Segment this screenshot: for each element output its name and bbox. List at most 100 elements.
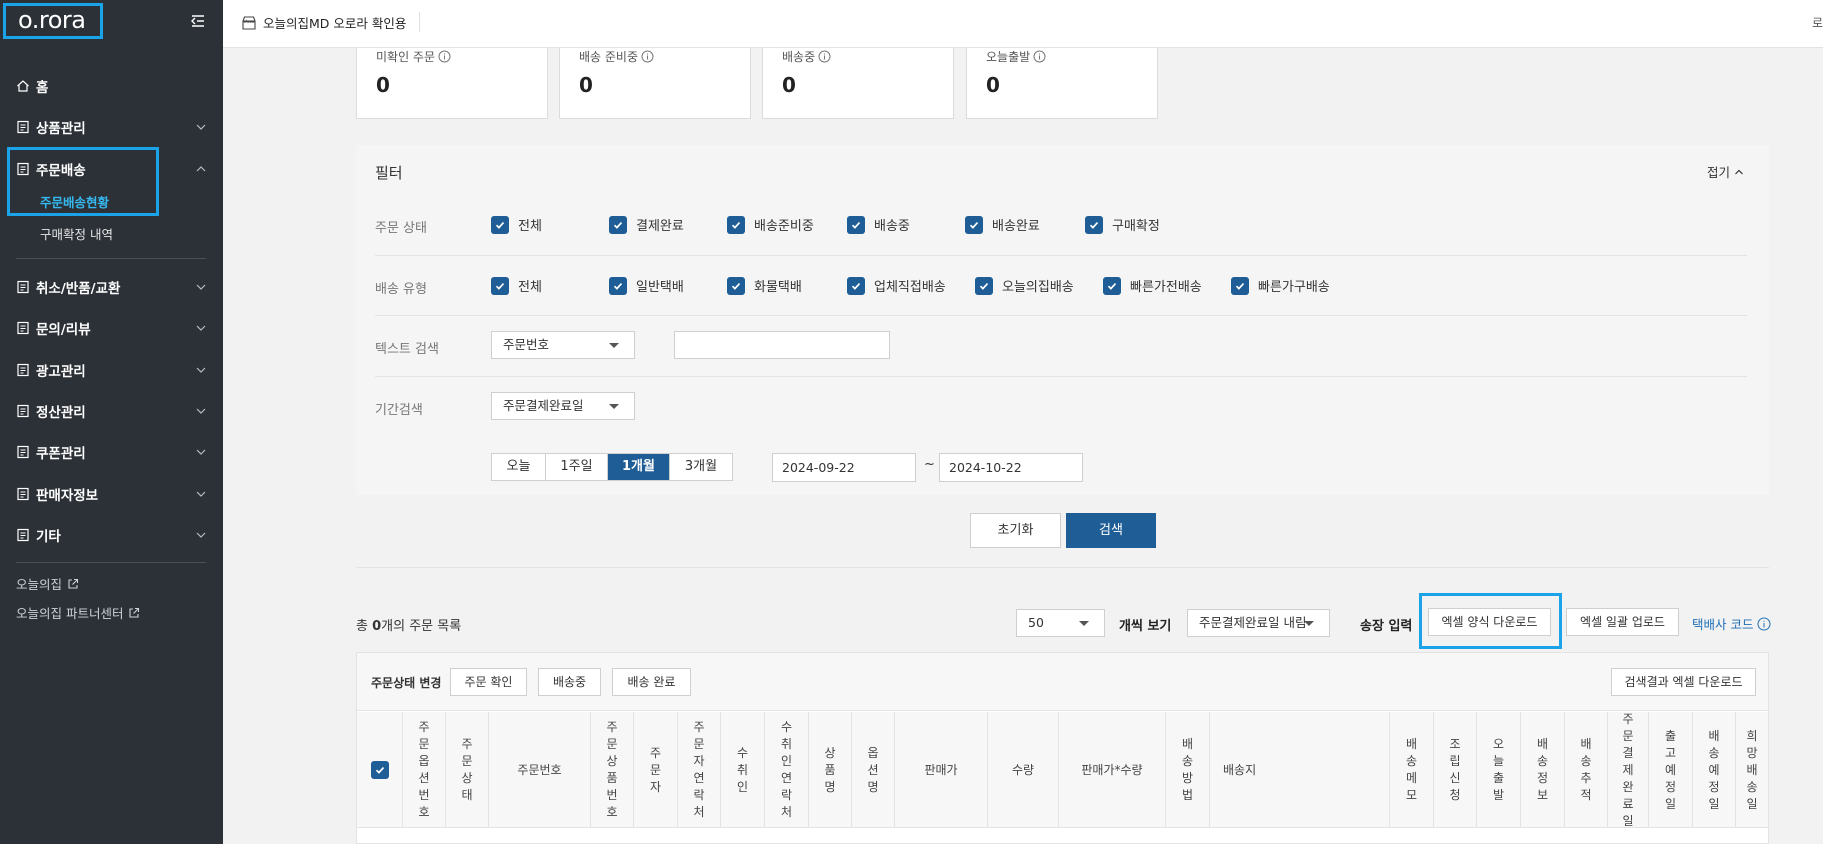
date-from-input[interactable]: 2024-09-22	[772, 453, 916, 482]
page-size-select[interactable]: 50	[1016, 609, 1105, 637]
column-header[interactable]: 오늘출발	[1477, 712, 1521, 828]
column-header[interactable]: 주문번호	[489, 712, 591, 828]
filter-panel: 필터 접기 주문 상태 전체 결제완료 배송준비중 배송중 배송완료 구매확정 …	[356, 145, 1769, 495]
sidebar-item-inquiry-review[interactable]: 문의/리뷰	[16, 316, 208, 340]
checkbox-checked-icon	[1231, 276, 1249, 295]
column-header[interactable]: 주문옵션번호	[403, 712, 446, 828]
mark-delivered-button[interactable]: 배송 완료	[612, 668, 691, 696]
logo[interactable]: o.rora	[3, 3, 103, 39]
sort-select[interactable]: 주문결제완료일 내림	[1187, 609, 1330, 637]
search-button[interactable]: 검색	[1066, 513, 1156, 548]
column-header[interactable]: 조립신청	[1434, 712, 1477, 828]
excel-bulk-upload-button[interactable]: 엑셀 일괄 업로드	[1566, 608, 1679, 636]
link-ohouse[interactable]: 오늘의집	[16, 574, 79, 593]
column-header[interactable]: 수취인	[721, 712, 765, 828]
column-header[interactable]: 주문상품번호	[591, 712, 634, 828]
reset-button[interactable]: 초기화	[970, 513, 1061, 548]
order-status-checkbox[interactable]: 배송중	[847, 215, 910, 234]
stat-value: 0	[782, 73, 796, 97]
order-status-checkbox[interactable]: 배송완료	[965, 215, 1040, 234]
ship-type-checkbox[interactable]: 업체직접배송	[847, 276, 946, 295]
column-header[interactable]: 배송추적	[1565, 712, 1608, 828]
link-partner-center[interactable]: 오늘의집 파트너센터	[16, 603, 140, 622]
confirm-order-button[interactable]: 주문 확인	[450, 668, 527, 696]
sidebar-item-seller-info[interactable]: 판매자정보	[16, 482, 208, 506]
column-header[interactable]: 판매가*수량	[1059, 712, 1166, 828]
status-change-label: 주문상태 변경	[371, 676, 442, 690]
sidebar-item-cancel-return[interactable]: 취소/반품/교환	[16, 275, 208, 299]
column-header[interactable]: 배송정보	[1521, 712, 1565, 828]
ship-type-checkbox[interactable]: 화물택배	[727, 276, 802, 295]
collapse-sidebar-icon[interactable]	[189, 12, 207, 30]
chevron-down-icon	[196, 408, 206, 414]
column-header[interactable]: 배송방법	[1166, 712, 1210, 828]
sidebar-item-home[interactable]: 홈	[16, 74, 208, 98]
ship-type-checkbox[interactable]: 일반택배	[609, 276, 684, 295]
doc-icon	[17, 445, 29, 459]
filter-fold-toggle[interactable]: 접기	[1707, 162, 1745, 181]
column-header[interactable]: 상품명	[809, 712, 852, 828]
column-header[interactable]: 출고예정일	[1649, 712, 1693, 828]
column-header[interactable]: 주문자	[634, 712, 678, 828]
sidebar-item-coupon[interactable]: 쿠폰관리	[16, 440, 208, 464]
text-search-type-select[interactable]: 주문번호	[491, 331, 635, 359]
ship-type-checkbox[interactable]: 빠른가전배송	[1103, 276, 1202, 295]
ship-type-checkbox[interactable]: 빠른가구배송	[1231, 276, 1330, 295]
stat-card-unconfirmed[interactable]: 미확인 주문 0	[356, 48, 548, 119]
order-status-checkbox[interactable]: 배송준비중	[727, 215, 814, 234]
order-count: 총 0개의 주문 목록	[356, 615, 461, 634]
select-all-checkbox[interactable]	[357, 712, 403, 828]
order-status-checkbox[interactable]: 구매확정	[1085, 215, 1160, 234]
column-header[interactable]: 판매가	[895, 712, 988, 828]
checkbox-label: 배송중	[874, 219, 910, 234]
column-header[interactable]: 옵션명	[852, 712, 895, 828]
sidebar-item-etc[interactable]: 기타	[16, 523, 208, 547]
sidebar-item-ads[interactable]: 광고관리	[16, 358, 208, 382]
stat-label: 오늘출발	[986, 48, 1046, 65]
order-status-checkbox[interactable]: 전체	[491, 215, 542, 234]
mark-shipping-button[interactable]: 배송중	[538, 668, 601, 696]
checkbox-checked-icon	[727, 276, 745, 295]
text-search-input[interactable]	[674, 331, 890, 359]
period-3month-button[interactable]: 3개월	[670, 454, 732, 480]
stat-card-preparing[interactable]: 배송 준비중 0	[559, 48, 751, 119]
period-1week-button[interactable]: 1주일	[546, 454, 608, 480]
date-to-input[interactable]: 2024-10-22	[939, 453, 1083, 482]
sidebar-item-label: 상품관리	[36, 121, 86, 137]
column-header[interactable]: 배송지	[1210, 712, 1390, 828]
info-icon	[1757, 617, 1771, 630]
column-header[interactable]: 주문상태	[446, 712, 489, 828]
column-header[interactable]: 배송예정일	[1693, 712, 1736, 828]
sidebar-sub-purchase-confirm[interactable]: 구매확정 내역	[40, 224, 113, 243]
stat-label: 배송중	[782, 48, 831, 65]
ship-type-checkbox[interactable]: 전체	[491, 276, 542, 295]
sidebar-item-product[interactable]: 상품관리	[16, 115, 208, 139]
excel-download-button[interactable]: 검색결과 엑셀 다운로드	[1611, 668, 1756, 696]
column-header[interactable]: 희망배송일	[1736, 712, 1768, 828]
sidebar-divider	[16, 562, 206, 563]
period-type-select[interactable]: 주문결제완료일	[491, 392, 635, 420]
select-value: 주문번호	[503, 337, 550, 352]
doc-icon	[17, 363, 29, 377]
sidebar-item-settlement[interactable]: 정산관리	[16, 399, 208, 423]
highlight-box	[7, 147, 159, 216]
top-right-text[interactable]: 로	[1812, 14, 1823, 31]
checkbox-label: 전체	[518, 280, 542, 295]
period-1month-button[interactable]: 1개월	[608, 454, 670, 480]
stat-card-shipping[interactable]: 배송중 0	[762, 48, 954, 119]
column-header[interactable]: 주문결제완료일	[1608, 712, 1649, 828]
courier-code-link[interactable]: 택배사 코드	[1692, 614, 1771, 633]
chevron-up-icon	[196, 166, 206, 172]
stat-card-today-departure[interactable]: 오늘출발 0	[966, 48, 1158, 119]
checkbox-label: 화물택배	[754, 280, 802, 295]
period-today-button[interactable]: 오늘	[492, 454, 546, 480]
order-status-checkbox[interactable]: 결제완료	[609, 215, 684, 234]
checkbox-label: 구매확정	[1112, 219, 1160, 234]
column-header[interactable]: 수량	[988, 712, 1059, 828]
column-header[interactable]: 주문자연락처	[678, 712, 721, 828]
store-name[interactable]: 오늘의집MD 오로라 확인용	[241, 13, 406, 32]
column-header[interactable]: 배송메모	[1390, 712, 1434, 828]
sidebar-item-label: 쿠폰관리	[36, 446, 86, 462]
ship-type-checkbox[interactable]: 오늘의집배송	[975, 276, 1074, 295]
column-header[interactable]: 수취인연락처	[765, 712, 809, 828]
